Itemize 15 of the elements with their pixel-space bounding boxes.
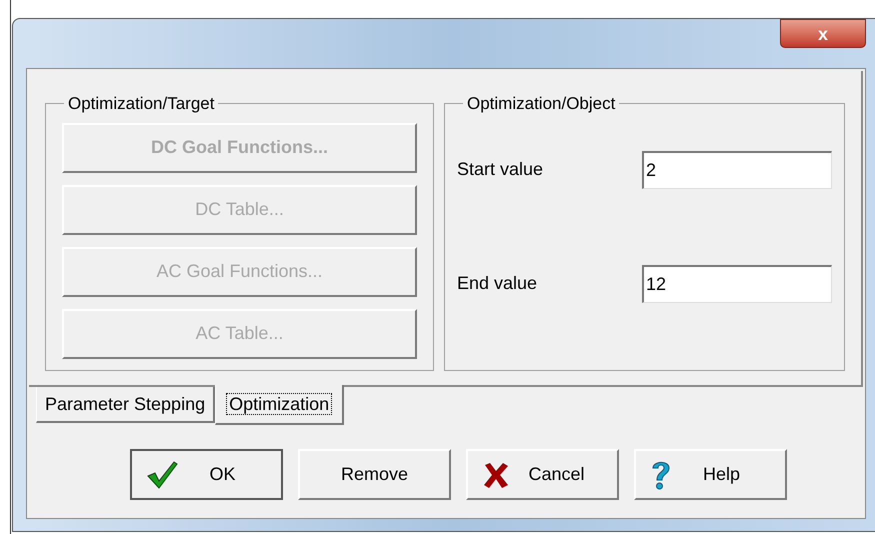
tab[interactable]: Parameter Stepping — [36, 387, 216, 423]
field-label: End value — [457, 272, 538, 295]
close-button[interactable]: x — [780, 19, 866, 48]
check-icon — [146, 460, 178, 490]
dialog-button[interactable]: Remove — [298, 449, 451, 500]
value-field[interactable]: 12 — [642, 264, 832, 302]
dialog-button[interactable]: Cancel — [466, 449, 619, 500]
dialog-button[interactable]: OK — [130, 449, 283, 500]
dialog-button[interactable]: Help — [634, 449, 787, 500]
tab[interactable]: Optimization — [215, 385, 344, 425]
value-field[interactable]: 2 — [642, 150, 832, 188]
group-title: Optimization/Object — [466, 93, 616, 115]
group-title: Optimization/Target — [67, 93, 216, 115]
field-label: Start value — [457, 158, 544, 181]
cross-icon — [482, 460, 510, 488]
